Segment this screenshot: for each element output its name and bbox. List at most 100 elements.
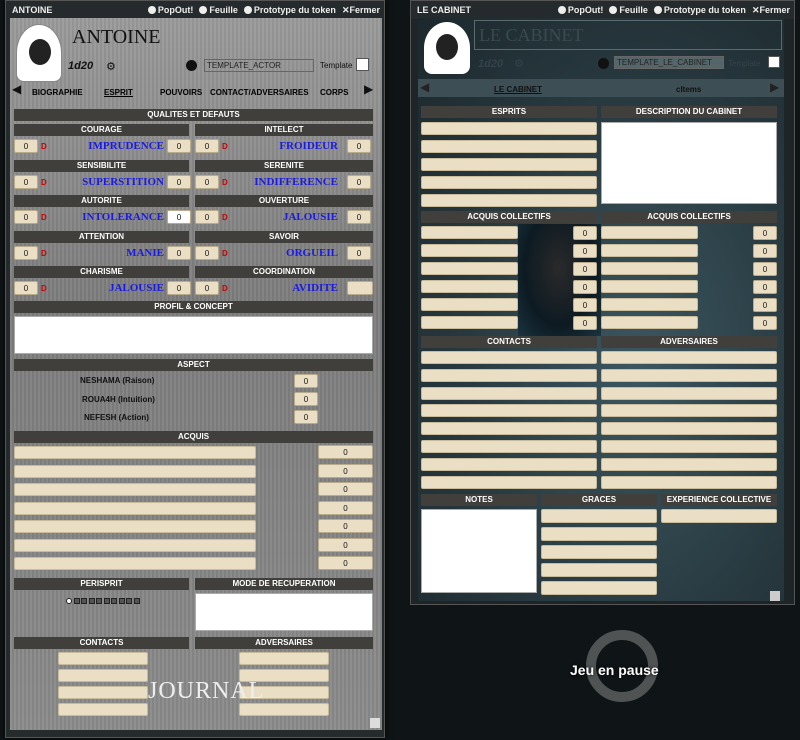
dice-formula[interactable]: 1d20 [478, 58, 503, 70]
dice-formula[interactable]: 1d20 [68, 60, 93, 72]
defect-name[interactable]: SUPERSTITION [70, 176, 164, 188]
esprit-field[interactable] [421, 122, 597, 135]
perisprit-dot[interactable] [118, 598, 125, 604]
avatar[interactable] [424, 22, 470, 74]
acquis-collectif-value[interactable]: 0 [573, 298, 597, 312]
character-name[interactable]: ANTOINE [72, 26, 161, 49]
perisprit-dot[interactable] [103, 598, 110, 604]
acquis-collectif-value[interactable]: 0 [753, 316, 777, 330]
acquis-collectif-field[interactable] [601, 316, 698, 329]
quality-value[interactable]: 0 [14, 210, 38, 224]
defect-value[interactable]: 0 [167, 245, 191, 260]
tab-prev-arrow[interactable]: ◀ [420, 80, 429, 94]
quality-value[interactable]: 0 [14, 174, 38, 189]
contact-field[interactable] [421, 386, 597, 400]
adversaire-field[interactable] [601, 440, 777, 453]
aspect-value[interactable]: 0 [294, 374, 318, 388]
grace-field[interactable] [541, 527, 657, 541]
acquis-collectif-value[interactable]: 0 [573, 226, 597, 240]
tab-le-cabinet[interactable]: LE CABINET [494, 85, 542, 94]
defect-value[interactable]: 0 [347, 245, 371, 260]
acquis-collectif-value[interactable]: 0 [753, 280, 777, 294]
resize-handle-icon[interactable] [770, 591, 780, 601]
tab-corps[interactable]: CORPS [320, 88, 348, 97]
defect-value[interactable]: 0 [167, 139, 191, 153]
adversaire-field[interactable] [601, 457, 777, 471]
quality-value[interactable]: 0 [14, 245, 38, 260]
quality-value[interactable]: 0 [195, 139, 219, 153]
acquis-collectif-field[interactable] [421, 226, 518, 239]
description-textarea[interactable] [601, 122, 777, 204]
grace-field[interactable] [541, 581, 657, 595]
acquis-collectif-value[interactable]: 0 [753, 298, 777, 312]
perisprit-dot[interactable] [96, 598, 102, 604]
defect-value[interactable]: 0 [347, 210, 371, 224]
esprit-field[interactable] [421, 158, 597, 171]
acquis-collectif-value[interactable]: 0 [753, 244, 777, 258]
acquis-field[interactable] [14, 464, 256, 478]
notes-textarea[interactable] [421, 509, 537, 593]
acquis-collectif-value[interactable]: 0 [573, 280, 597, 294]
defect-name[interactable]: JALOUSIE [70, 282, 164, 294]
resize-handle-icon[interactable] [370, 718, 380, 728]
acquis-value[interactable]: 0 [318, 556, 373, 570]
grace-field[interactable] [541, 545, 657, 559]
acquis-field[interactable] [14, 483, 256, 496]
acquis-collectif-field[interactable] [421, 298, 518, 311]
esprit-field[interactable] [421, 140, 597, 153]
acquis-collectif-field[interactable] [421, 280, 518, 293]
token-button[interactable]: Prototype du token [653, 1, 746, 19]
acquis-field[interactable] [14, 538, 256, 552]
contact-field[interactable] [421, 404, 597, 418]
defect-value[interactable]: 0 [347, 139, 371, 153]
perisprit-dot[interactable] [73, 598, 80, 604]
acquis-collectif-value[interactable]: 0 [753, 262, 777, 276]
acquis-field[interactable] [14, 520, 256, 533]
perisprit-dot[interactable] [111, 598, 117, 604]
window-titlebar[interactable]: ANTOINE PopOut! Feuille Prototype du tok… [6, 1, 384, 19]
acquis-collectif-field[interactable] [421, 244, 518, 257]
profil-textarea[interactable] [14, 316, 373, 354]
acquis-collectif-field[interactable] [421, 316, 518, 329]
recup-textarea[interactable] [195, 593, 373, 631]
defect-value[interactable] [347, 281, 373, 295]
tab-pouvoirs[interactable]: POUVOIRS [160, 88, 202, 97]
contact-field[interactable] [58, 686, 148, 699]
adversaire-field[interactable] [601, 386, 777, 400]
defect-value[interactable]: 0 [347, 174, 371, 189]
quality-value[interactable]: 0 [14, 139, 38, 153]
esprit-field[interactable] [421, 176, 597, 189]
defect-name[interactable]: INTOLERANCE [70, 211, 164, 223]
acquis-collectif-field[interactable] [601, 262, 698, 275]
acquis-value[interactable]: 0 [318, 445, 373, 459]
aspect-value[interactable]: 0 [294, 392, 318, 406]
acquis-field[interactable] [14, 557, 256, 570]
experience-field[interactable] [661, 509, 777, 523]
quality-value[interactable]: 0 [195, 210, 219, 224]
perisprit-dot[interactable] [126, 598, 132, 604]
defect-name[interactable]: JALOUSIE [240, 211, 338, 223]
contact-field[interactable] [421, 351, 597, 364]
acquis-collectif-field[interactable] [601, 298, 698, 311]
acquis-collectif-field[interactable] [601, 226, 698, 239]
tab-esprit[interactable]: ESPRIT [104, 88, 133, 97]
defect-name[interactable]: FROIDEUR [240, 140, 338, 152]
dice-icon[interactable]: ⚙ [106, 60, 116, 73]
defect-value[interactable]: 0 [167, 281, 191, 295]
grace-field[interactable] [541, 509, 657, 523]
template-select[interactable]: TEMPLATE_LE_CABINET [614, 56, 724, 69]
sheet-button[interactable]: Feuille [609, 1, 648, 19]
contact-field[interactable] [58, 669, 148, 682]
acquis-collectif-value[interactable]: 0 [573, 262, 597, 276]
defect-name[interactable]: ORGUEIL [240, 247, 338, 259]
acquis-collectif-field[interactable] [421, 262, 518, 275]
grace-field[interactable] [541, 563, 657, 577]
tab-contact-adversaires[interactable]: CONTACT/ADVERSAIRES [210, 88, 309, 97]
tab-citems[interactable]: cItems [676, 85, 701, 94]
dice-icon[interactable]: ⚙ [514, 57, 524, 70]
adversaire-field[interactable] [239, 652, 329, 665]
window-titlebar[interactable]: LE CABINET PopOut! Feuille Prototype du … [411, 1, 794, 19]
esprit-field[interactable] [421, 194, 597, 207]
close-button[interactable]: ✕Fermer [342, 1, 380, 19]
adversaire-field[interactable] [601, 475, 777, 489]
